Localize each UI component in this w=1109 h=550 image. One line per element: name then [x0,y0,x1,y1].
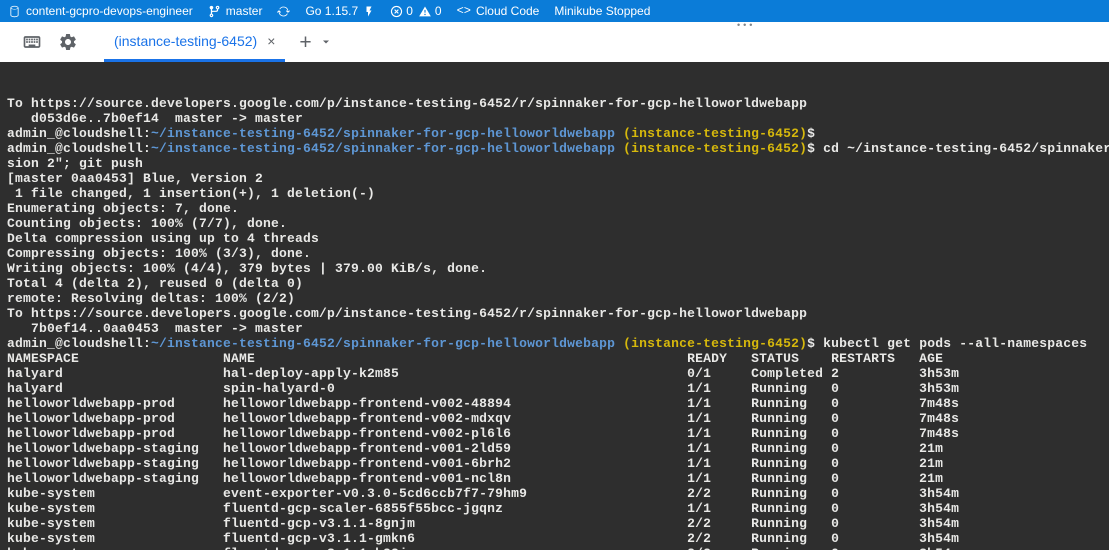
cloud-code-label: Cloud Code [476,4,539,18]
project-status-item[interactable]: content-gcpro-devops-engineer [8,4,193,18]
tab-close-icon[interactable]: × [267,33,275,49]
terminal-line: helloworldwebapp-staging helloworldwebap… [7,471,1109,486]
terminal-line: kube-system fluentd-gcp-v3.1.1-k22jw 2/2… [7,546,1109,550]
terminal-line: Enumerating objects: 7, done. [7,201,1109,216]
terminal-line: sion 2"; git push [7,156,1109,171]
keyboard-icon[interactable] [22,32,42,52]
database-icon [8,5,21,18]
terminal-tab[interactable]: (instance-testing-6452) × [104,22,285,62]
warning-count: 0 [435,4,442,18]
terminal-line: Total 4 (delta 2), reused 0 (delta 0) [7,276,1109,291]
terminal-line: helloworldwebapp-prod helloworldwebapp-f… [7,396,1109,411]
branch-status-item[interactable]: master [208,4,263,18]
minikube-status: Minikube Stopped [554,4,650,18]
terminal-line: helloworldwebapp-prod helloworldwebapp-f… [7,426,1109,441]
terminal-line: helloworldwebapp-prod helloworldwebapp-f… [7,411,1109,426]
terminal-line: helloworldwebapp-staging helloworldwebap… [7,441,1109,456]
terminal-line: NAMESPACE NAME READY STATUS RESTARTS AGE [7,351,1109,366]
problems-item[interactable]: 0 0 [390,4,441,18]
project-name: content-gcpro-devops-engineer [26,4,193,18]
terminal-line: Counting objects: 100% (7/7), done. [7,216,1109,231]
tab-bar: ••• (instance-testing-6452) × + [0,22,1109,62]
terminal-line: Compressing objects: 100% (3/3), done. [7,246,1109,261]
go-version: Go 1.15.7 [305,4,358,18]
tab-menu-caret-icon[interactable] [320,36,332,48]
cloud-code-item[interactable]: <> Cloud Code [457,4,540,18]
go-version-item[interactable]: Go 1.15.7 [305,4,375,18]
terminal-line: 7b0ef14..0aa0453 master -> master [7,321,1109,336]
terminal-line: kube-system fluentd-gcp-v3.1.1-gmkn6 2/2… [7,531,1109,546]
terminal-line: kube-system fluentd-gcp-scaler-6855f55bc… [7,501,1109,516]
sync-status-item[interactable] [277,5,290,18]
terminal-line: [master 0aa0453] Blue, Version 2 [7,171,1109,186]
code-brackets-icon: <> [457,4,471,18]
terminal[interactable]: To https://source.developers.google.com/… [0,62,1109,550]
branch-name: master [226,4,263,18]
terminal-line: kube-system event-exporter-v0.3.0-5cd6cc… [7,486,1109,501]
minikube-status-item[interactable]: Minikube Stopped [554,4,650,18]
terminal-output: To https://source.developers.google.com/… [7,96,1109,550]
warning-icon [418,5,432,18]
terminal-line: To https://source.developers.google.com/… [7,96,1109,111]
panel-drag-handle[interactable]: ••• [737,20,755,30]
status-bar: content-gcpro-devops-engineer master Go … [0,0,1109,22]
new-tab-button[interactable]: + [299,32,311,53]
terminal-line: helloworldwebapp-staging helloworldwebap… [7,456,1109,471]
terminal-line: Delta compression using up to 4 threads [7,231,1109,246]
sync-icon [277,5,290,18]
lightning-icon [363,5,375,18]
gear-icon[interactable] [58,32,78,52]
terminal-tab-label: (instance-testing-6452) [114,33,257,49]
terminal-line: To https://source.developers.google.com/… [7,306,1109,321]
terminal-line: admin_@cloudshell:~/instance-testing-645… [7,126,1109,141]
terminal-line: halyard hal-deploy-apply-k2m85 0/1 Compl… [7,366,1109,381]
terminal-line: kube-system fluentd-gcp-v3.1.1-8gnjm 2/2… [7,516,1109,531]
terminal-line: remote: Resolving deltas: 100% (2/2) [7,291,1109,306]
terminal-line: halyard spin-halyard-0 1/1 Running 0 3h5… [7,381,1109,396]
terminal-line: admin_@cloudshell:~/instance-testing-645… [7,141,1109,156]
git-branch-icon [208,5,221,18]
error-count: 0 [406,4,413,18]
terminal-line: admin_@cloudshell:~/instance-testing-645… [7,336,1109,351]
terminal-line: d053d6e..7b0ef14 master -> master [7,111,1109,126]
terminal-line: Writing objects: 100% (4/4), 379 bytes |… [7,261,1109,276]
error-icon [390,5,403,18]
terminal-line: 1 file changed, 1 insertion(+), 1 deleti… [7,186,1109,201]
